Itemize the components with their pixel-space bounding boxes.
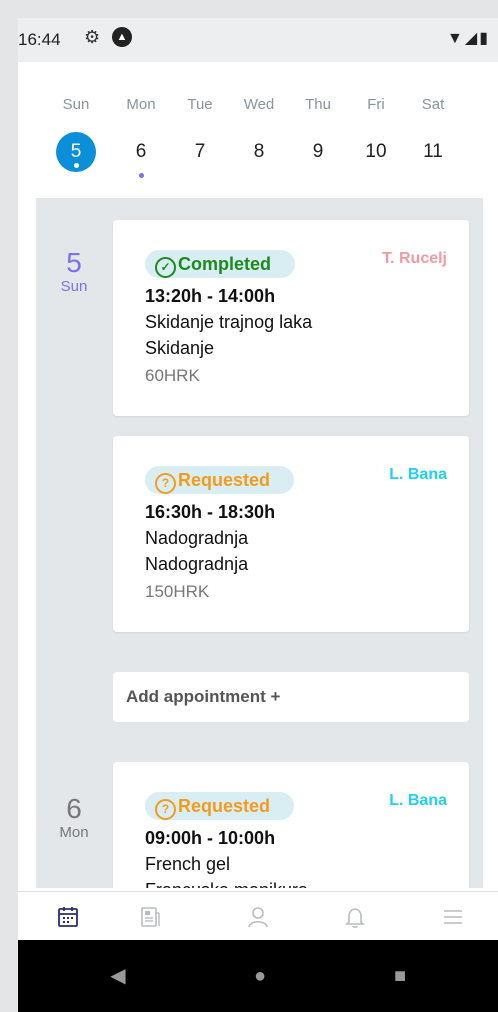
system-navigation-bar: ◀ ● ■	[18, 940, 498, 1012]
service-subtitle: Skidanje	[145, 338, 215, 358]
day-name: Sun	[62, 96, 90, 113]
service-subtitle: Francuska manikura	[145, 880, 308, 888]
appointment-card[interactable]: ✓ Completed T. Rucelj 13:20h - 14:00h Ski…	[113, 220, 469, 416]
question-circle-icon: ?	[155, 473, 176, 494]
day-fri[interactable]: Fri 10	[352, 96, 400, 172]
question-circle-icon: ?	[155, 799, 176, 820]
appointment-card[interactable]: ? Requested L. Bana 09:00h - 10:00h Frenc…	[113, 762, 469, 888]
day-name: Mon	[126, 96, 156, 113]
add-appointment-button[interactable]: Add appointment +	[113, 672, 469, 722]
service-name: Skidanje trajnog laka	[145, 312, 313, 332]
back-icon[interactable]: ◀	[108, 966, 128, 986]
day-sat[interactable]: Sat 11	[409, 96, 457, 172]
day-sun[interactable]: Sun 5	[52, 96, 100, 172]
date-number: 6	[66, 793, 82, 824]
day-number[interactable]: 11	[413, 132, 453, 172]
date-number: 5	[66, 247, 82, 278]
check-circle-icon: ✓	[155, 257, 176, 278]
home-icon[interactable]: ●	[250, 966, 270, 986]
week-strip: Sun 5 Mon 6 Tue 7 Wed 8 Thu 9 Fri 10 Sat…	[18, 62, 498, 212]
date-weekday: Mon	[59, 824, 89, 841]
service-name: French gel	[145, 854, 231, 874]
bottom-navigation	[18, 891, 498, 940]
status-time: 16:44	[18, 30, 61, 49]
person-icon[interactable]	[243, 902, 273, 932]
status-badge-requested: ? Requested	[145, 466, 295, 494]
day-name: Wed	[243, 96, 275, 113]
status-badge-completed: ✓ Completed	[145, 250, 296, 278]
day-thu[interactable]: Thu 9	[294, 96, 342, 172]
day-number[interactable]: 7	[180, 132, 220, 172]
day-number[interactable]: 8	[239, 132, 279, 172]
event-dot	[74, 163, 79, 168]
service-name: Nadogradnja	[145, 528, 249, 548]
price: 150HRK	[145, 582, 210, 601]
schedule-list[interactable]: 5 Sun ✓ Completed T. Rucelj 13:20h - 14:0…	[36, 198, 483, 888]
menu-icon[interactable]	[438, 902, 468, 932]
staff-name: L. Bana	[389, 792, 447, 809]
app-notification-icon: ▲	[112, 27, 132, 47]
status-bar: 16:44 ⚙ ▲ ▼◢▮	[18, 18, 498, 62]
app-screen: 16:44 ⚙ ▲ ▼◢▮ Sun 5 Mon 6 Tue 7 Wed 8 Th…	[18, 18, 498, 1012]
appointment-time: 13:20h - 14:00h	[145, 286, 276, 306]
day-name: Thu	[305, 96, 331, 113]
bell-icon[interactable]	[340, 902, 370, 932]
day-number-selected[interactable]: 5	[56, 132, 96, 172]
day-name: Fri	[367, 96, 385, 113]
news-icon[interactable]	[135, 902, 165, 932]
settings-icon: ⚙	[84, 27, 101, 47]
event-dot	[139, 173, 144, 178]
day-number[interactable]: 6	[121, 132, 161, 178]
appointment-card[interactable]: ? Requested L. Bana 16:30h - 18:30h Nadog…	[113, 436, 469, 632]
price: 60HRK	[145, 366, 200, 385]
day-number[interactable]: 10	[356, 132, 396, 172]
device-frame: 16:44 ⚙ ▲ ▼◢▮ Sun 5 Mon 6 Tue 7 Wed 8 Th…	[0, 0, 498, 1012]
staff-name: L. Bana	[389, 466, 447, 483]
service-subtitle: Nadogradnja	[145, 554, 249, 574]
day-number[interactable]: 9	[298, 132, 338, 172]
day-name: Sat	[421, 96, 445, 113]
day-mon[interactable]: Mon 6	[117, 96, 165, 178]
calendar-icon[interactable]	[53, 902, 83, 932]
status-badge-requested: ? Requested	[145, 792, 295, 820]
appointment-time: 09:00h - 10:00h	[145, 828, 276, 848]
date-weekday: Sun	[60, 278, 88, 295]
day-wed[interactable]: Wed 8	[235, 96, 283, 172]
appointment-time: 16:30h - 18:30h	[145, 502, 276, 522]
date-label-mon: 6 Mon	[36, 793, 112, 842]
day-name: Tue	[187, 96, 213, 113]
day-tue[interactable]: Tue 7	[176, 96, 224, 172]
date-label-sun: 5 Sun	[36, 247, 112, 296]
recent-apps-icon[interactable]: ■	[390, 966, 410, 986]
staff-name: T. Rucelj	[382, 250, 447, 267]
signal-battery-icons: ▼◢▮	[447, 30, 490, 47]
